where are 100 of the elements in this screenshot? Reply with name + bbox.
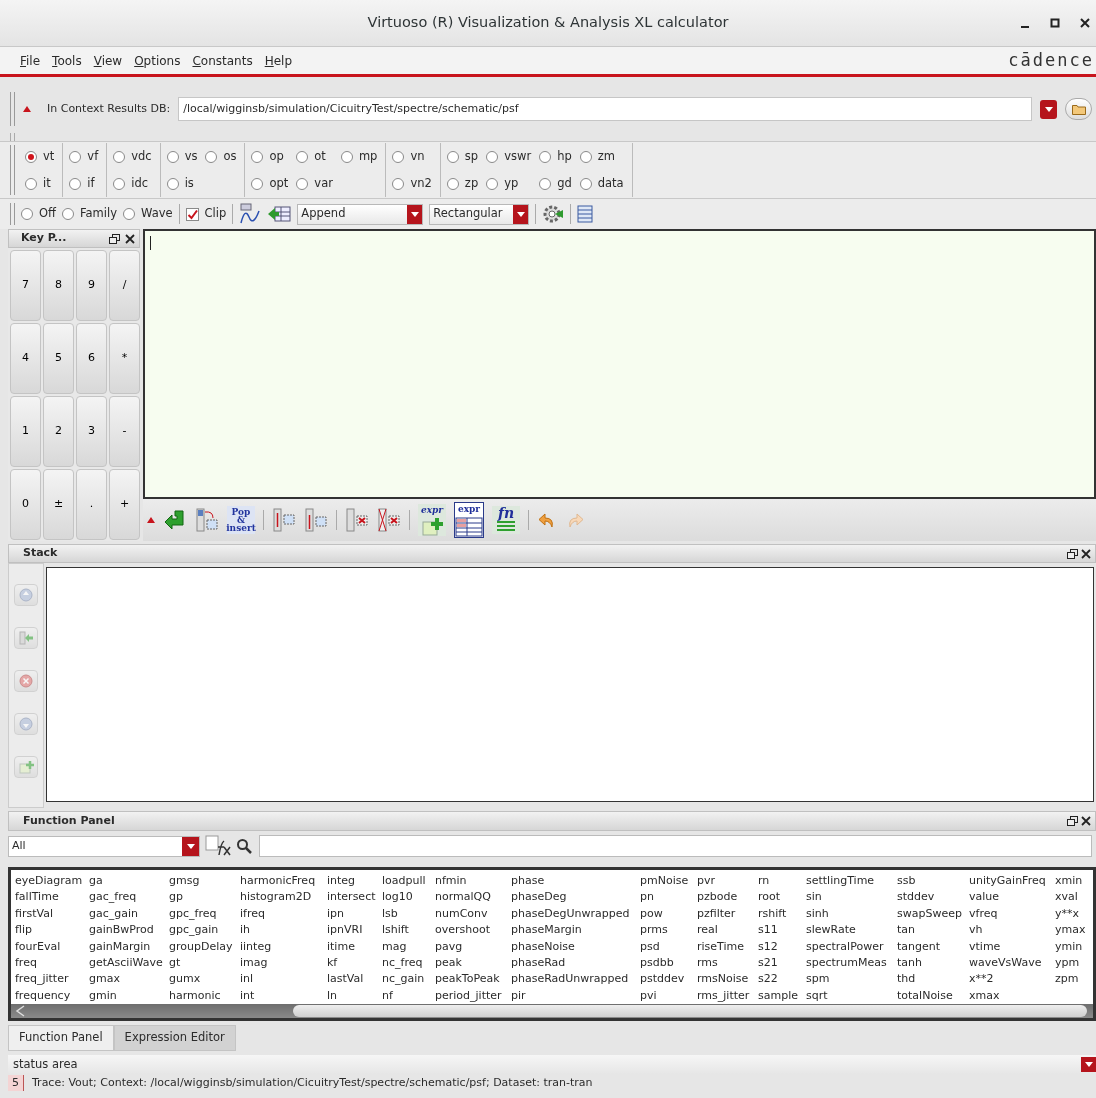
keypad-key[interactable]: 3 — [76, 396, 107, 467]
function-item[interactable]: s12 — [758, 938, 806, 955]
function-item[interactable]: s11 — [758, 922, 806, 939]
function-item[interactable]: riseTime — [697, 938, 758, 955]
function-item[interactable]: sin — [806, 889, 897, 906]
path-field[interactable]: /local/wigginsb/simulation/CicuitryTest/spectre/schematic/psf — [178, 97, 1032, 121]
function-item[interactable]: x**2 — [969, 971, 1055, 988]
function-item[interactable]: pmNoise — [640, 873, 697, 890]
function-item[interactable]: psd — [640, 938, 697, 955]
waveform-icon[interactable] — [239, 203, 262, 225]
keypad-key[interactable]: 6 — [76, 323, 107, 394]
function-item[interactable]: s22 — [758, 971, 806, 988]
keypad-key[interactable]: * — [109, 323, 140, 394]
keypad-key[interactable]: 0 — [10, 469, 41, 540]
function-item[interactable]: ypm — [1055, 954, 1093, 972]
function-item[interactable]: itime — [327, 938, 382, 955]
menu-item[interactable]: Constants — [186, 51, 259, 70]
keypad-key[interactable]: 1 — [10, 396, 41, 467]
horizontal-scrollbar[interactable] — [11, 1004, 1093, 1019]
function-item[interactable]: vh — [969, 922, 1055, 939]
function-item[interactable]: phaseRad — [511, 954, 640, 972]
add-expression-button[interactable]: expr — [418, 504, 446, 536]
drag-handle[interactable] — [10, 92, 15, 126]
function-item[interactable]: prms — [640, 922, 697, 939]
function-item[interactable]: phaseRadUnwrapped — [511, 971, 640, 988]
open-folder-button[interactable] — [1065, 98, 1092, 120]
drag-handle[interactable] — [10, 203, 15, 225]
menu-item[interactable]: File — [14, 51, 47, 70]
collapse-arrow-icon[interactable] — [147, 516, 155, 524]
function-item[interactable]: tan — [897, 922, 969, 939]
function-item[interactable]: slewRate — [806, 922, 897, 939]
radio-button[interactable]: it — [25, 170, 55, 197]
function-item[interactable]: ipnVRI — [327, 922, 382, 939]
keypad-key[interactable]: + — [109, 469, 140, 540]
keypad-key[interactable]: 5 — [43, 323, 74, 394]
restore-icon[interactable] — [109, 233, 120, 244]
table-arrow-icon[interactable] — [267, 204, 292, 224]
function-item[interactable]: rms — [697, 954, 758, 972]
function-item[interactable]: spectralPower — [806, 938, 897, 955]
function-item[interactable]: gmin — [89, 987, 169, 1005]
function-item[interactable]: nfmin — [435, 873, 511, 890]
menu-item[interactable]: View — [87, 51, 129, 70]
function-item[interactable]: iinteg — [240, 938, 327, 955]
function-item[interactable]: numConv — [435, 905, 511, 923]
function-item[interactable]: ssb — [897, 873, 969, 890]
function-item[interactable]: frequency — [15, 987, 89, 1005]
function-item[interactable]: freq_jitter — [15, 971, 89, 988]
function-item[interactable]: unityGainFreq — [969, 873, 1055, 890]
function-item[interactable]: flip — [15, 922, 89, 939]
function-item[interactable]: vfreq — [969, 905, 1055, 923]
function-item[interactable]: peak — [435, 954, 511, 972]
close-icon[interactable] — [1081, 548, 1091, 559]
close-icon[interactable] — [1080, 17, 1090, 29]
radio-button[interactable]: op — [251, 143, 289, 170]
function-item[interactable]: gpc_gain — [169, 922, 240, 939]
function-item[interactable]: fallTime — [15, 889, 89, 906]
function-item[interactable]: eyeDiagram — [15, 873, 89, 890]
function-item[interactable]: gp — [169, 889, 240, 906]
function-item[interactable]: thd — [897, 971, 969, 988]
radio-button[interactable]: zp — [446, 170, 479, 197]
function-item[interactable]: gainMargin — [89, 938, 169, 955]
function-item[interactable]: period_jitter — [435, 987, 511, 1005]
function-item[interactable]: ifreq — [240, 905, 327, 923]
function-item[interactable]: imag — [240, 954, 327, 972]
keypad-key[interactable]: 7 — [10, 250, 41, 321]
function-item[interactable]: root — [758, 889, 806, 906]
function-item[interactable]: tanh — [897, 954, 969, 972]
function-item[interactable]: kf — [327, 954, 382, 972]
function-item[interactable]: firstVal — [15, 905, 89, 923]
radio-button[interactable]: vs — [166, 143, 198, 170]
plot-style-dropdown[interactable]: Rectangular — [429, 203, 530, 225]
radio-button[interactable]: if — [69, 170, 99, 197]
function-item[interactable]: ih — [240, 922, 327, 939]
expression-table-button[interactable]: expr — [454, 502, 484, 538]
function-item[interactable]: xmin — [1055, 873, 1093, 890]
function-item[interactable]: sinh — [806, 905, 897, 923]
keypad-key[interactable]: 9 — [76, 250, 107, 321]
radio-button[interactable]: sp — [446, 143, 479, 170]
clear-stack-icon[interactable] — [377, 507, 401, 533]
gear-icon[interactable] — [542, 203, 565, 225]
function-item[interactable]: pvi — [640, 987, 697, 1005]
function-item[interactable]: stddev — [897, 889, 969, 906]
function-item[interactable]: gainBwProd — [89, 922, 169, 939]
function-item[interactable]: spm — [806, 971, 897, 988]
function-item[interactable]: normalQQ — [435, 889, 511, 906]
function-item[interactable]: gpc_freq — [169, 905, 240, 923]
restore-icon[interactable] — [1067, 816, 1078, 826]
enter-arrow-icon[interactable] — [163, 508, 187, 532]
function-item[interactable]: groupDelay — [169, 938, 240, 955]
function-item[interactable]: phaseDeg — [511, 889, 640, 906]
function-item[interactable]: settlingTime — [806, 873, 897, 890]
menu-item[interactable]: Help — [258, 51, 299, 70]
maximize-icon[interactable] — [1050, 17, 1060, 29]
function-item[interactable]: int — [240, 987, 327, 1005]
checkbox[interactable]: Clip — [185, 205, 227, 223]
close-icon[interactable] — [1081, 816, 1091, 826]
function-item[interactable]: pavg — [435, 938, 511, 955]
keypad-key[interactable]: 8 — [43, 250, 74, 321]
function-item[interactable]: tangent — [897, 938, 969, 955]
function-item[interactable]: gac_freq — [89, 889, 169, 906]
